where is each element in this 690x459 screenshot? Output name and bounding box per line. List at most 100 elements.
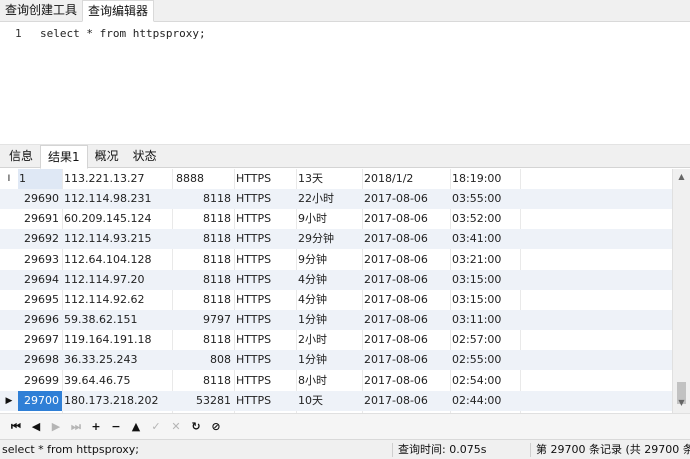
cell-protocol[interactable]: HTTPS: [234, 250, 296, 270]
cell-ip[interactable]: 59.38.62.151: [62, 310, 172, 330]
cell-date[interactable]: 2017-08-06: [362, 189, 450, 209]
cell-time[interactable]: 03:41:00: [450, 229, 520, 249]
row-indicator[interactable]: [0, 310, 18, 330]
cell-protocol[interactable]: HTTPS: [234, 330, 296, 350]
cell-id[interactable]: 29696: [18, 310, 62, 330]
cell-response-time[interactable]: 13天: [296, 169, 362, 189]
row-indicator[interactable]: [0, 189, 18, 209]
cell-id[interactable]: 29698: [18, 350, 62, 370]
last-record-icon[interactable]: ⏭: [66, 417, 86, 437]
table-row[interactable]: 29693 112.64.104.128 8118 HTTPS 9分钟 2017-08-0…: [0, 250, 672, 270]
cell-protocol[interactable]: HTTPS: [234, 290, 296, 310]
row-indicator[interactable]: [0, 270, 18, 290]
cell-ip[interactable]: 119.164.191.18: [62, 330, 172, 350]
add-record-icon[interactable]: +: [86, 417, 106, 437]
cell-id[interactable]: 29699: [18, 371, 62, 391]
cell-time[interactable]: 02:44:00: [450, 391, 520, 411]
vertical-scrollbar[interactable]: ▲ ▼: [672, 169, 690, 413]
tab-query-builder[interactable]: 查询创建工具: [0, 0, 82, 22]
cell-id[interactable]: 29695: [18, 290, 62, 310]
discard-icon[interactable]: ✕: [166, 417, 186, 437]
cell-id[interactable]: 29691: [18, 209, 62, 229]
cell-protocol[interactable]: HTTPS: [234, 371, 296, 391]
cell-protocol[interactable]: HTTPS: [234, 189, 296, 209]
cell-date[interactable]: 2017-08-06: [362, 350, 450, 370]
cell-date[interactable]: 2017-08-06: [362, 290, 450, 310]
cell-ip[interactable]: 112.114.98.231: [62, 189, 172, 209]
cell-port[interactable]: 8118: [172, 250, 234, 270]
cell-protocol[interactable]: HTTPS: [234, 310, 296, 330]
table-row[interactable]: 29690 112.114.98.231 8118 HTTPS 22小时 2017-08-…: [0, 189, 672, 210]
current-row-indicator-icon[interactable]: ▶: [0, 391, 18, 411]
cell-date[interactable]: 2017-08-06: [362, 391, 450, 411]
cell-ip[interactable]: 113.221.13.27: [62, 169, 172, 189]
cell-response-time[interactable]: 9分钟: [296, 250, 362, 270]
stop-icon[interactable]: ⊘: [206, 417, 226, 437]
cell-time[interactable]: 03:15:00: [450, 290, 520, 310]
cell-port[interactable]: 8118: [172, 229, 234, 249]
cell-port[interactable]: 9797: [172, 310, 234, 330]
cell-time[interactable]: 03:21:00: [450, 250, 520, 270]
sql-editor[interactable]: 1 select * from httpsproxy;: [0, 22, 690, 144]
cell-ip[interactable]: 180.173.218.202: [62, 391, 172, 411]
apply-icon[interactable]: ✓: [146, 417, 166, 437]
cell-protocol[interactable]: HTTPS: [234, 270, 296, 290]
cell-response-time[interactable]: 10天: [296, 391, 362, 411]
cell-response-time[interactable]: 2小时: [296, 330, 362, 350]
cell-port[interactable]: 8118: [172, 189, 234, 209]
cell-id[interactable]: 29694: [18, 270, 62, 290]
cell-ip[interactable]: 112.64.104.128: [62, 250, 172, 270]
cell-time[interactable]: 18:19:00: [450, 169, 520, 189]
cell-response-time[interactable]: 4分钟: [296, 290, 362, 310]
cell-response-time[interactable]: 1分钟: [296, 310, 362, 330]
table-row[interactable]: 29696 59.38.62.151 9797 HTTPS 1分钟 2017-08-06 0…: [0, 310, 672, 331]
table-row[interactable]: 29694 112.114.97.20 8118 HTTPS 4分钟 2017-08-06…: [0, 269, 672, 290]
row-indicator[interactable]: [0, 250, 18, 270]
row-indicator[interactable]: [0, 371, 18, 391]
tab-status[interactable]: 状态: [126, 145, 164, 168]
cell-ip[interactable]: 112.114.92.62: [62, 290, 172, 310]
cell-id[interactable]: 29690: [18, 189, 62, 209]
sql-code[interactable]: select * from httpsproxy;: [40, 27, 206, 40]
cell-port[interactable]: 8118: [172, 290, 234, 310]
previous-record-icon[interactable]: ◀: [26, 417, 46, 437]
cell-protocol[interactable]: HTTPS: [234, 229, 296, 249]
cell-time[interactable]: 02:57:00: [450, 330, 520, 350]
row-indicator[interactable]: [0, 229, 18, 249]
cell-id[interactable]: 29693: [18, 250, 62, 270]
table-row[interactable]: 29698 36.33.25.243 808 HTTPS 1分钟 2017-08-06 02…: [0, 350, 672, 371]
cell-response-time[interactable]: 1分钟: [296, 350, 362, 370]
cell-ip[interactable]: 39.64.46.75: [62, 371, 172, 391]
cell-protocol[interactable]: HTTPS: [234, 169, 296, 189]
table-row[interactable]: ▶ 29700 180.173.218.202 53281 HTTPS 10天 2017-0…: [0, 390, 672, 411]
tab-result1[interactable]: 结果1: [40, 145, 88, 169]
cell-id[interactable]: 29692: [18, 229, 62, 249]
cell-time[interactable]: 03:15:00: [450, 270, 520, 290]
scroll-down-icon[interactable]: ▼: [673, 395, 690, 411]
cell-port[interactable]: 8118: [172, 209, 234, 229]
cell-time[interactable]: 03:55:00: [450, 189, 520, 209]
cell-date[interactable]: 2018/1/2: [362, 169, 450, 189]
cell-ip[interactable]: 112.114.93.215: [62, 229, 172, 249]
cell-date[interactable]: 2017-08-06: [362, 250, 450, 270]
cell-id[interactable]: 29697: [18, 330, 62, 350]
up-icon[interactable]: ▲: [126, 417, 146, 437]
cell-protocol[interactable]: HTTPS: [234, 209, 296, 229]
cell-id[interactable]: 1: [18, 169, 62, 189]
result-grid[interactable]: I 1 113.221.13.27 8888 HTTPS 13天 2018/1/2 18:19…: [0, 169, 690, 413]
table-row[interactable]: I 1 113.221.13.27 8888 HTTPS 13天 2018/1/2 18:19…: [0, 169, 672, 189]
cell-port[interactable]: 8118: [172, 270, 234, 290]
cell-ip[interactable]: 60.209.145.124: [62, 209, 172, 229]
table-row[interactable]: 29692 112.114.93.215 8118 HTTPS 29分钟 2017-08-…: [0, 229, 672, 250]
table-row[interactable]: 29695 112.114.92.62 8118 HTTPS 4分钟 2017-08-06…: [0, 290, 672, 310]
cell-time[interactable]: 03:52:00: [450, 209, 520, 229]
cell-protocol[interactable]: HTTPS: [234, 391, 296, 411]
cell-time[interactable]: 02:54:00: [450, 371, 520, 391]
cell-date[interactable]: 2017-08-06: [362, 310, 450, 330]
table-row[interactable]: 29691 60.209.145.124 8118 HTTPS 9小时 2017-08-0…: [0, 209, 672, 229]
tab-profile[interactable]: 概况: [88, 145, 126, 168]
cell-port[interactable]: 8118: [172, 330, 234, 350]
row-indicator[interactable]: [0, 350, 18, 370]
cell-port[interactable]: 53281: [172, 391, 234, 411]
row-indicator[interactable]: [0, 330, 18, 350]
